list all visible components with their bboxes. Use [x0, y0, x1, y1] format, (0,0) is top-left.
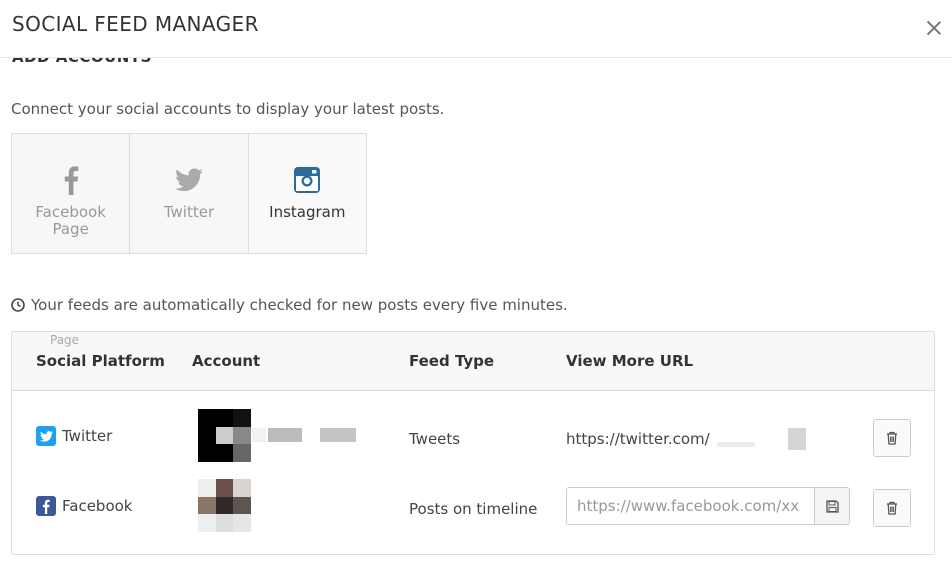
account-name [268, 428, 302, 442]
modal-title: SOCIAL FEED MANAGER [12, 12, 259, 36]
auto-check-text: Your feeds are automatically checked for… [31, 296, 568, 314]
connect-twitter-button[interactable]: Twitter [130, 134, 249, 253]
save-icon [825, 499, 839, 513]
ghost-label: Page [50, 333, 80, 347]
platform-cell: Facebook [36, 496, 132, 516]
connect-facebook-label: Facebook Page [35, 203, 106, 238]
account-name [320, 428, 356, 442]
twitter-icon [36, 426, 56, 446]
platform-name: Twitter [62, 427, 113, 445]
save-url-button[interactable] [815, 487, 850, 525]
connect-accounts-group: Facebook Page Twitter Instagram [11, 133, 367, 254]
feed-type: Tweets [409, 430, 461, 448]
modal-header: SOCIAL FEED MANAGER [0, 0, 952, 58]
url-input-group [566, 487, 850, 525]
table-header: Page Social Platform Account Feed Type V… [12, 332, 934, 391]
close-icon[interactable] [926, 20, 942, 36]
header-account: Account [192, 352, 261, 370]
avatar [198, 479, 251, 532]
header-view-more-url: View More URL [566, 352, 694, 370]
header-feed-type: Feed Type [409, 352, 495, 370]
avatar [198, 409, 251, 462]
intro-text: Connect your social accounts to display … [11, 100, 445, 118]
connect-instagram-button[interactable]: Instagram [248, 134, 366, 253]
connect-facebook-button[interactable]: Facebook Page [12, 134, 131, 253]
trash-icon [887, 501, 897, 515]
instagram-icon [294, 164, 321, 196]
trash-icon [887, 431, 897, 445]
feed-type: Posts on timeline [409, 500, 538, 518]
delete-feed-button[interactable] [873, 419, 911, 457]
url-redacted [788, 428, 806, 450]
table-row: Facebook Posts on timeline [12, 472, 934, 542]
twitter-icon [174, 164, 203, 196]
view-more-url-input[interactable] [566, 487, 815, 525]
view-more-url[interactable]: https://twitter.com/ [566, 430, 710, 448]
platform-name: Facebook [62, 497, 133, 515]
platform-cell: Twitter [36, 426, 112, 446]
delete-feed-button[interactable] [873, 489, 911, 527]
table-row: Twitter Tweets https://twitter.com/ [12, 402, 934, 472]
connect-twitter-label: Twitter [163, 203, 215, 221]
facebook-icon [36, 496, 56, 516]
header-social-platform: Social Platform [36, 352, 165, 370]
clock-icon [11, 298, 25, 312]
url-redacted [717, 442, 755, 447]
feeds-table: Page Social Platform Account Feed Type V… [11, 331, 935, 555]
connect-instagram-label: Instagram [269, 203, 346, 221]
account-name [252, 428, 266, 442]
auto-check-note: Your feeds are automatically checked for… [11, 296, 568, 314]
facebook-icon [63, 164, 79, 196]
